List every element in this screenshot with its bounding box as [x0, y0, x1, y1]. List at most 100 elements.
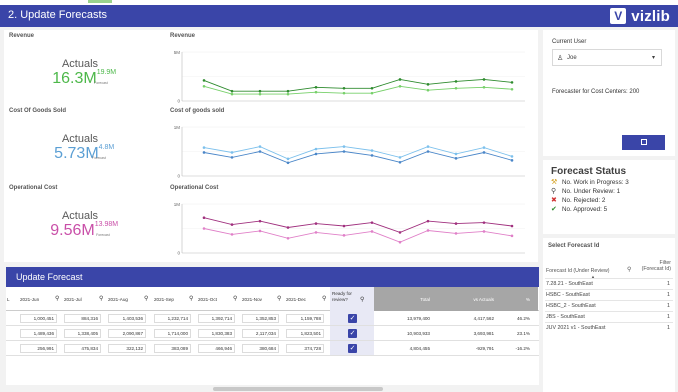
search-icon[interactable]: ⚲	[99, 295, 103, 302]
data-point	[314, 147, 318, 151]
forecast-id-row[interactable]: HSBC - SouthEast 1	[545, 289, 673, 299]
button-icon	[641, 139, 647, 145]
data-point	[342, 91, 346, 95]
column-header[interactable]: 2021-Oct	[198, 297, 235, 302]
forecast-input-cell[interactable]: 1,159,788	[286, 314, 324, 323]
data-point	[510, 224, 514, 228]
data-point	[230, 89, 234, 93]
forecast-status-title: Forecast Status	[551, 166, 627, 177]
forecast-input-cell[interactable]: 383,089	[154, 344, 191, 353]
forecast-id-row[interactable]: JUV 2021 v1 - SouthEast 1	[545, 322, 673, 332]
forecast-id-column-header[interactable]: Forecast Id (Under Review)	[546, 268, 609, 274]
forecast-input-cell[interactable]: 1,489,436	[20, 329, 57, 338]
forecast-id-row[interactable]: HSBC_2 - SouthEast 1	[545, 300, 673, 310]
data-point	[398, 231, 402, 234]
kpi-forecast-value: 4.8M	[98, 144, 115, 151]
forecast-input-cell[interactable]: 374,728	[286, 344, 324, 353]
user-dropdown[interactable]: ♙ Joe ▾	[552, 49, 662, 66]
forecast-input-cell[interactable]: 1,403,536	[108, 314, 146, 323]
column-header[interactable]: 2021-Nov	[242, 297, 279, 302]
forecast-id-value: HSBC_2 - SouthEast	[546, 303, 596, 309]
column-header[interactable]: 2021-Sep	[154, 297, 191, 302]
ready-checkbox[interactable]: ✓	[348, 329, 357, 338]
chart-title: Revenue	[170, 33, 196, 39]
forecast-input-cell[interactable]: 1,830,383	[198, 329, 235, 338]
series-line	[203, 228, 513, 243]
search-icon[interactable]: ⚲	[233, 295, 237, 302]
column-header[interactable]: vs Actuals	[436, 297, 494, 302]
data-point	[258, 150, 262, 153]
line-chart: 1M 0	[174, 125, 525, 179]
column-header[interactable]: Ready for review?	[332, 291, 358, 303]
user-icon: ♙	[557, 55, 564, 62]
search-icon[interactable]: ⚲	[322, 295, 326, 302]
forecast-input-cell[interactable]: 1,714,000	[154, 329, 191, 338]
forecast-id-row[interactable]: 7.28.21 - SouthEast 1	[545, 278, 673, 288]
forecast-input-cell[interactable]: 1,352,853	[242, 314, 279, 323]
forecast-input-cell[interactable]: 256,991	[20, 344, 57, 353]
search-icon[interactable]: ⚲	[360, 296, 364, 303]
data-point	[230, 223, 234, 226]
data-point	[258, 92, 262, 96]
data-point	[510, 234, 514, 238]
column-header[interactable]: 2021-Aug	[108, 297, 146, 302]
column-header[interactable]: 2021-Jul	[64, 297, 101, 302]
forecast-input-cell[interactable]: 1,000,451	[20, 314, 57, 323]
column-header[interactable]: Total	[377, 297, 430, 302]
y-tick-label: 1M	[174, 125, 181, 130]
forecast-input-cell[interactable]: 2,090,867	[108, 329, 146, 338]
forecast-id-row[interactable]: JBS - SouthEast 1	[545, 311, 673, 321]
data-point	[230, 151, 234, 154]
forecast-input-cell[interactable]: 475,834	[64, 344, 101, 353]
data-point	[454, 152, 458, 156]
ready-checkbox[interactable]: ✓	[348, 344, 357, 353]
data-point	[454, 80, 458, 83]
kpi-actual-value: 9.56M	[50, 222, 95, 239]
search-icon[interactable]: ⚲	[277, 295, 281, 302]
column-header[interactable]: 2021-Dec	[286, 297, 324, 302]
series-line	[203, 217, 513, 233]
forecast-input-cell[interactable]: 466,946	[198, 344, 235, 353]
kpi-forecast-value: 19.9M	[96, 69, 117, 76]
action-button[interactable]	[622, 135, 665, 150]
forecast-input-cell[interactable]: 1,823,501	[286, 329, 324, 338]
summary-cell: 13,979,400	[407, 316, 430, 321]
search-icon[interactable]: ⚲	[144, 295, 148, 302]
horizontal-scrollbar[interactable]	[213, 387, 383, 391]
vizlib-logo-icon: V	[610, 8, 627, 24]
search-icon[interactable]: ⚲	[55, 295, 59, 302]
data-point	[314, 231, 318, 234]
summary-cell: 46.2%	[516, 316, 530, 321]
column-header[interactable]: 2021-Jun	[20, 297, 57, 302]
data-point	[370, 230, 374, 233]
kpi-forecast-value: 13.98M	[94, 221, 119, 228]
data-point	[370, 154, 374, 157]
forecast-input-cell[interactable]: 1,232,714	[154, 314, 191, 323]
data-point	[342, 224, 346, 228]
forecast-input-cell[interactable]: 1,338,405	[64, 329, 101, 338]
data-point	[286, 226, 290, 229]
column-header[interactable]: %	[500, 297, 530, 302]
search-icon[interactable]: ⚲	[189, 295, 193, 302]
forecast-input-cell[interactable]: 380,684	[242, 344, 279, 353]
forecast-input-cell[interactable]: 884,316	[64, 314, 101, 323]
data-point	[342, 86, 346, 90]
search-icon[interactable]: ⚲	[627, 266, 631, 273]
series-line	[203, 85, 513, 95]
kpi-section-label: Cost Of Goods Sold	[9, 108, 66, 114]
data-point	[230, 233, 234, 236]
forecast-input-cell[interactable]: 322,132	[108, 344, 146, 353]
status-text: No. Rejected: 2	[562, 196, 606, 204]
series-line	[203, 146, 513, 160]
ready-checkbox[interactable]: ✓	[348, 314, 357, 323]
active-tab-marker	[88, 0, 112, 3]
data-point	[286, 157, 290, 161]
data-point	[314, 152, 318, 156]
kpi-value-line: 5.73M4.8MForecast	[54, 144, 114, 162]
data-point	[510, 81, 514, 84]
forecast-input-cell[interactable]: 1,392,714	[198, 314, 235, 323]
kpi-value-block: Actuals 9.56M13.98MForecast	[30, 210, 130, 240]
forecast-input-cell[interactable]: 2,117,034	[242, 329, 279, 338]
filter-column-header[interactable]: Filter (Forecast Id)	[642, 260, 671, 272]
data-point	[482, 151, 486, 154]
